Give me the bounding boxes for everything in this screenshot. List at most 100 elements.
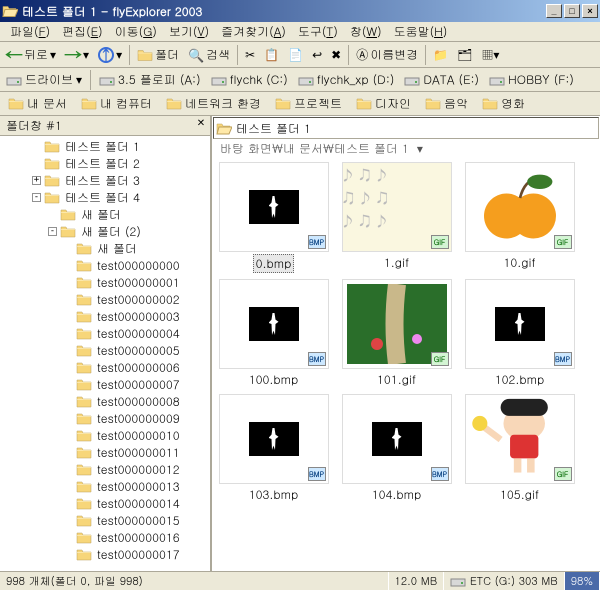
tree-item[interactable]: test000000014 xyxy=(0,495,210,512)
tree-item[interactable]: test000000007 xyxy=(0,376,210,393)
thumbnail-item[interactable]: BMP100.bmp xyxy=(216,279,331,388)
maximize-button[interactable]: □ xyxy=(564,4,580,18)
drive-item[interactable]: DATA (E:) xyxy=(400,70,483,89)
up-button[interactable]: ↑▾ xyxy=(94,44,126,66)
tree-item[interactable]: test000000010 xyxy=(0,427,210,444)
menu-item[interactable]: 즐겨찾기(A) xyxy=(215,21,292,42)
address-bar[interactable]: 테스트 폴더 1 xyxy=(213,117,599,139)
close-button[interactable]: × xyxy=(582,4,598,18)
drives-button[interactable]: 드라이브 ▾ xyxy=(2,70,86,89)
tool-icon[interactable]: ↩ xyxy=(308,44,326,66)
tree-item[interactable]: 테스트 폴더 1 xyxy=(0,138,210,155)
thumbnail-item[interactable]: GIF101.gif xyxy=(339,279,454,388)
tree-item[interactable]: test000000012 xyxy=(0,461,210,478)
menu-item[interactable]: 보기(V) xyxy=(163,21,215,42)
view-button[interactable]: ▦▾ xyxy=(477,44,503,66)
tree-title: 폴더창 #1 xyxy=(6,117,62,134)
bookmark-item[interactable]: 디자인 xyxy=(350,94,417,113)
tree-item[interactable]: +테스트 폴더 3 xyxy=(0,172,210,189)
back-button[interactable]: ←뒤로 ▾ xyxy=(2,44,60,66)
bookmark-item[interactable]: 내 컴퓨터 xyxy=(75,94,158,113)
tree-item[interactable]: test000000001 xyxy=(0,274,210,291)
menu-item[interactable]: 도구(T) xyxy=(292,21,344,42)
drive-item[interactable]: 3.5 플로피 (A:) xyxy=(95,70,205,89)
tree-item[interactable]: test000000002 xyxy=(0,291,210,308)
status-bar: 998 개체(폴더 0, 파일 998) 12.0 MB ETC (G:) 30… xyxy=(0,571,600,590)
expander-icon[interactable]: - xyxy=(48,227,57,236)
tree-header: 폴더창 #1 ✕ xyxy=(0,116,210,136)
toolbar-nav: ←뒤로 ▾ →▾ ↑▾ 폴더 🔍검색 ✂ 📋 📄 ↩ ✖ Ⓐ이름변경 📁 🗂 ▦… xyxy=(0,42,600,68)
tree-item[interactable]: test000000006 xyxy=(0,359,210,376)
menu-item[interactable]: 이동(G) xyxy=(109,21,163,42)
filetype-badge: BMP xyxy=(308,467,326,481)
tree-item[interactable]: 새 폴더 xyxy=(0,206,210,223)
expander-icon[interactable]: + xyxy=(32,176,41,185)
tree-item[interactable]: test000000015 xyxy=(0,512,210,529)
bookmark-item[interactable]: 음악 xyxy=(419,94,474,113)
filetype-badge: GIF xyxy=(431,352,449,366)
status-count: 998 개체(폴더 0, 파일 998) xyxy=(0,572,389,590)
tree-label: test000000013 xyxy=(95,478,182,495)
title-bar: 테스트 폴더 1 - flyExplorer 2003 _ □ × xyxy=(0,0,600,22)
tree-label: test000000003 xyxy=(95,308,182,325)
tree-item[interactable]: test000000017 xyxy=(0,546,210,563)
tree-item[interactable]: -새 폴더 (2) xyxy=(0,223,210,240)
forward-button[interactable]: →▾ xyxy=(61,44,93,66)
thumbnail-item[interactable]: BMP104.bmp xyxy=(339,394,454,503)
tool-icon[interactable]: 📋 xyxy=(260,44,283,66)
tree-item[interactable]: test000000011 xyxy=(0,444,210,461)
tree-item[interactable]: test000000008 xyxy=(0,393,210,410)
filetype-badge: GIF xyxy=(554,235,572,249)
bookmark-item[interactable]: 내 문서 xyxy=(2,94,73,113)
folder-tree[interactable]: 테스트 폴더 1테스트 폴더 2+테스트 폴더 3-테스트 폴더 4새 폴더-새… xyxy=(0,136,210,571)
bookmark-item[interactable]: 영화 xyxy=(476,94,531,113)
menu-item[interactable]: 창(W) xyxy=(344,21,388,42)
menu-item[interactable]: 도움말(H) xyxy=(388,21,454,42)
tree-item[interactable]: 새 폴더 xyxy=(0,240,210,257)
tool-icon[interactable]: ✖ xyxy=(327,44,345,66)
rename-button[interactable]: Ⓐ이름변경 xyxy=(352,44,422,66)
bookmark-item[interactable]: 네트워크 환경 xyxy=(160,94,267,113)
thumbnail-grid[interactable]: BMP0.bmp♪ ♫ ♪♫ ♪ ♫♪ ♫ ♪GIF1.gifGIF10.gif… xyxy=(212,158,600,571)
folder-tree-pane: 폴더창 #1 ✕ 테스트 폴더 1테스트 폴더 2+테스트 폴더 3-테스트 폴… xyxy=(0,116,212,571)
expander-icon[interactable]: - xyxy=(32,193,41,202)
tree-item[interactable]: test000000005 xyxy=(0,342,210,359)
tree-item[interactable]: test000000003 xyxy=(0,308,210,325)
drive-item[interactable]: flychk (C:) xyxy=(207,70,292,89)
tree-item[interactable]: test000000013 xyxy=(0,478,210,495)
thumbnail-item[interactable]: GIF10.gif xyxy=(462,162,577,273)
tool-icon[interactable]: 🗂 xyxy=(453,44,476,66)
thumbnail-item[interactable]: ♪ ♫ ♪♫ ♪ ♫♪ ♫ ♪GIF1.gif xyxy=(339,162,454,273)
thumbnail-item[interactable]: BMP0.bmp xyxy=(216,162,331,273)
tree-label: test000000000 xyxy=(95,257,182,274)
bookmark-item[interactable]: 프로젝트 xyxy=(269,94,348,113)
menu-item[interactable]: 편집(E) xyxy=(56,21,109,42)
folder-pane-button[interactable]: 폴더 xyxy=(133,44,183,66)
tree-item[interactable]: test000000016 xyxy=(0,529,210,546)
drive-item[interactable]: flychk_xp (D:) xyxy=(294,70,399,89)
tree-label: 테스트 폴더 1 xyxy=(63,138,142,155)
breadcrumb[interactable]: 바탕 화면\내 문서\테스트 폴더 1 ▾ xyxy=(212,140,600,158)
back-icon: ← xyxy=(6,47,22,63)
menu-item[interactable]: 파일(F) xyxy=(4,21,56,42)
thumbnail-label: 1.gif xyxy=(382,254,411,271)
rename-icon: Ⓐ xyxy=(356,46,368,63)
tree-item[interactable]: test000000009 xyxy=(0,410,210,427)
search-button[interactable]: 🔍검색 xyxy=(184,44,234,66)
tree-item[interactable]: test000000000 xyxy=(0,257,210,274)
tree-label: test000000012 xyxy=(95,461,182,478)
thumbnail-item[interactable]: BMP103.bmp xyxy=(216,394,331,503)
tree-item[interactable]: 테스트 폴더 2 xyxy=(0,155,210,172)
tree-item[interactable]: -테스트 폴더 4 xyxy=(0,189,210,206)
thumbnail-item[interactable]: GIF105.gif xyxy=(462,394,577,503)
thumbnail-preview: GIF xyxy=(465,162,575,252)
tool-icon[interactable]: 📁 xyxy=(429,44,452,66)
thumbnail-label: 100.bmp xyxy=(247,371,301,388)
minimize-button[interactable]: _ xyxy=(546,4,562,18)
tree-item[interactable]: test000000004 xyxy=(0,325,210,342)
tool-icon[interactable]: ✂ xyxy=(241,44,259,66)
close-pane-button[interactable]: ✕ xyxy=(194,118,208,132)
drive-item[interactable]: HOBBY (F:) xyxy=(485,70,578,89)
thumbnail-item[interactable]: BMP102.bmp xyxy=(462,279,577,388)
tool-icon[interactable]: 📄 xyxy=(284,44,307,66)
